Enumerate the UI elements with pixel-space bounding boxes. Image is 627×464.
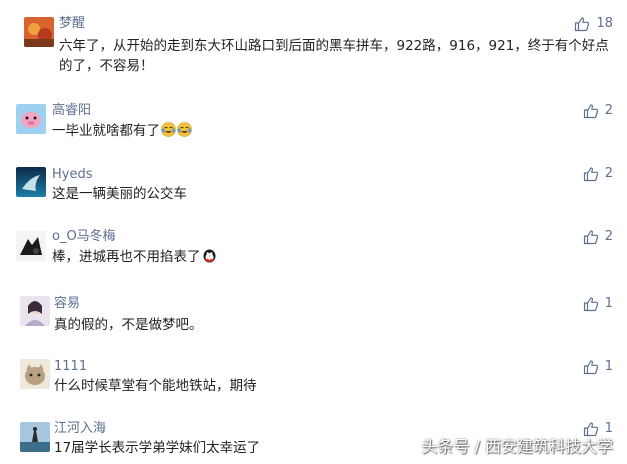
comment-author[interactable]: Hyeds — [52, 167, 93, 183]
like-count: 2 — [604, 229, 613, 244]
thumbs-up-icon — [574, 16, 590, 32]
like-button[interactable]: 18 — [574, 16, 613, 32]
thumbs-up-icon — [583, 359, 599, 375]
like-count: 1 — [604, 296, 613, 311]
like-button[interactable]: 2 — [583, 166, 613, 182]
like-count: 18 — [596, 16, 613, 31]
watermark: 头条号 / 西安建筑科技大学 — [421, 437, 613, 456]
avatar[interactable] — [16, 231, 46, 261]
comment-text: 这是一辆美丽的公交车 — [52, 186, 187, 202]
comment-text-body: 一毕业就啥都有了 — [52, 123, 160, 139]
comment-text: 一毕业就啥都有了 — [52, 121, 192, 141]
thumbs-up-icon — [583, 166, 599, 182]
comment-author[interactable]: 江河入海 — [54, 421, 106, 437]
thumbs-up-icon — [583, 103, 599, 119]
avatar[interactable] — [16, 104, 46, 134]
comment-author[interactable]: o_O马冬梅 — [52, 229, 116, 245]
avatar[interactable] — [20, 422, 50, 452]
like-button[interactable]: 1 — [583, 296, 613, 312]
comment-text: 棒，进城再也不用掐表了 — [52, 247, 217, 267]
comment-text: 17届学长表示学弟学妹们太幸运了 — [54, 440, 261, 456]
penguin-emoji-icon — [202, 248, 217, 263]
thumbs-up-icon — [583, 296, 599, 312]
like-count: 1 — [604, 359, 613, 374]
avatar[interactable] — [20, 296, 50, 326]
comment-text: 真的假的，不是做梦吧。 — [54, 317, 203, 333]
thumbs-up-icon — [583, 229, 599, 245]
like-count: 2 — [604, 103, 613, 118]
comment-author[interactable]: 1111 — [54, 359, 87, 375]
like-count: 2 — [604, 166, 613, 181]
avatar[interactable] — [24, 17, 54, 47]
comment-text-body: 棒，进城再也不用掐表了 — [52, 249, 201, 265]
comment-text: 六年了，从开始的走到东大环山路口到后面的黑车拼车，922路，916，921，终于… — [59, 38, 609, 74]
comment-author[interactable]: 梦醒 — [59, 16, 85, 32]
like-button[interactable]: 1 — [583, 359, 613, 375]
crying-laughing-emoji-icon — [161, 122, 176, 137]
like-button[interactable]: 2 — [583, 103, 613, 119]
avatar[interactable] — [20, 359, 50, 389]
comment-author[interactable]: 高睿阳 — [52, 103, 91, 119]
comment-author[interactable]: 容易 — [54, 296, 80, 312]
like-button[interactable]: 2 — [583, 229, 613, 245]
avatar[interactable] — [16, 167, 46, 197]
crying-laughing-emoji-icon — [177, 122, 192, 137]
comment-text: 什么时候草堂有个能地铁站，期待 — [54, 378, 257, 394]
